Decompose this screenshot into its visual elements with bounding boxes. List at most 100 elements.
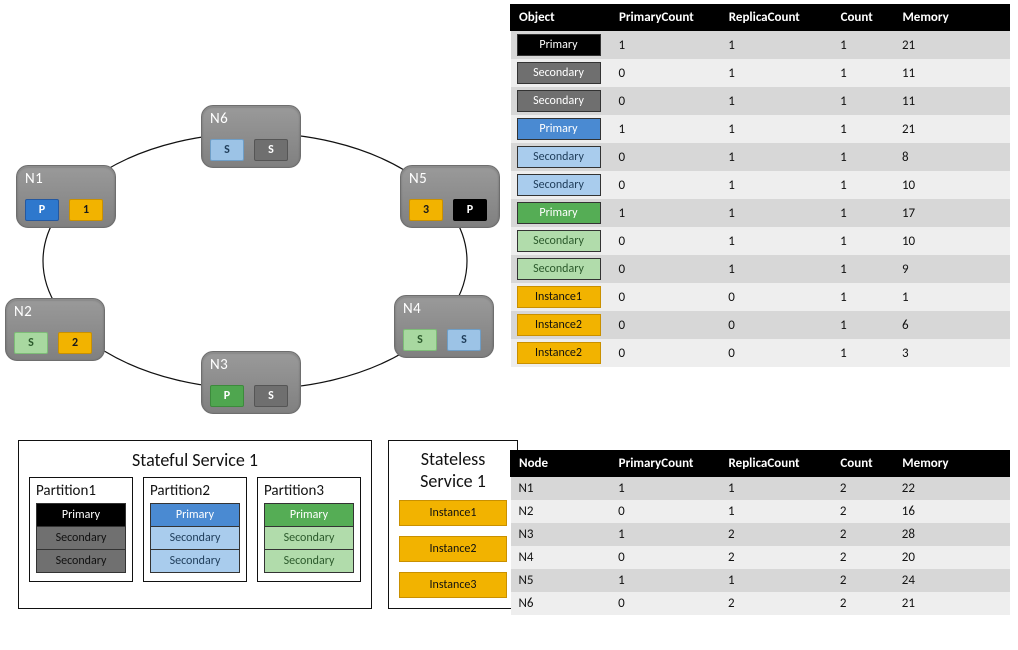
cell-memory: 21 (894, 592, 1010, 615)
cell-replicacount: 1 (720, 569, 832, 592)
object-tag: Secondary (517, 90, 601, 112)
cell-replicacount: 1 (720, 500, 832, 523)
cluster-node-n6: N6SS (201, 105, 301, 168)
partition-title: Partition2 (150, 482, 240, 500)
table-row: Primary11117 (511, 199, 1010, 227)
column-header: PrimaryCount (610, 451, 720, 477)
cell-replicacount: 1 (720, 477, 832, 501)
stateless-service: Stateless Service 1 Instance1Instance2In… (388, 440, 518, 609)
cell-replicacount: 0 (720, 311, 832, 339)
replica-chip: S (254, 139, 288, 161)
cell-memory: 8 (894, 143, 1010, 171)
replica-slab: Secondary (150, 549, 240, 573)
cluster-node-n5: N53P (400, 165, 500, 228)
column-header: Memory (894, 5, 1010, 31)
cell-replicacount: 2 (720, 592, 832, 615)
table-row: Instance20013 (511, 339, 1010, 367)
cell-replicacount: 1 (720, 87, 832, 115)
cell-count: 1 (832, 255, 894, 283)
replica-slab: Secondary (264, 549, 354, 573)
cell-primarycount: 1 (610, 199, 720, 227)
cell-replicacount: 0 (720, 283, 832, 311)
object-tag: Secondary (517, 146, 601, 168)
cluster-node-n4: N4SS (394, 295, 494, 358)
cluster-node-n2: N2S2 (5, 298, 105, 361)
table-row: Primary11121 (511, 31, 1010, 60)
object-tag: Secondary (517, 174, 601, 196)
cell-primarycount: 0 (610, 546, 720, 569)
column-header: Count (832, 5, 894, 31)
replica-chip: S (254, 385, 288, 407)
cell-count: 1 (832, 339, 894, 367)
object-tag: Secondary (517, 62, 601, 84)
cell-replicacount: 1 (720, 199, 832, 227)
cell-count: 2 (832, 500, 894, 523)
cell-replicacount: 0 (720, 339, 832, 367)
node-label: N2 (14, 303, 96, 321)
replica-chip: P (25, 199, 59, 221)
cell-primarycount: 0 (610, 592, 720, 615)
object-tag: Secondary (517, 230, 601, 252)
table-row: Instance10011 (511, 283, 1010, 311)
stateful-title: Stateful Service 1 (29, 447, 361, 477)
cell-count: 1 (832, 283, 894, 311)
cell-count: 1 (832, 31, 894, 60)
replica-slab: Primary (150, 503, 240, 527)
cell-node: N5 (511, 569, 611, 592)
cell-count: 1 (832, 199, 894, 227)
column-header: PrimaryCount (610, 5, 720, 31)
cell-memory: 10 (894, 227, 1010, 255)
cell-node: N4 (511, 546, 611, 569)
replica-slab: Secondary (36, 549, 126, 573)
cell-primarycount: 0 (610, 339, 720, 367)
cell-primarycount: 0 (610, 500, 720, 523)
column-header: Object (511, 5, 611, 31)
table-row: N402220 (511, 546, 1010, 569)
partition: Partition1PrimarySecondarySecondary (29, 477, 133, 582)
cell-memory: 10 (894, 171, 1010, 199)
partition: Partition3PrimarySecondarySecondary (257, 477, 361, 582)
cell-node: N3 (511, 523, 611, 546)
nodes-table: NodePrimaryCountReplicaCountCountMemory … (510, 450, 1010, 615)
object-tag: Primary (517, 118, 601, 140)
cell-replicacount: 2 (720, 523, 832, 546)
replica-slab: Secondary (264, 526, 354, 550)
table-row: Secondary01110 (511, 227, 1010, 255)
table-row: Secondary01110 (511, 171, 1010, 199)
object-tag: Primary (517, 34, 601, 56)
cell-primarycount: 0 (610, 171, 720, 199)
replica-slab: Secondary (36, 526, 126, 550)
cell-count: 2 (832, 523, 894, 546)
cell-replicacount: 1 (720, 171, 832, 199)
node-label: N5 (409, 170, 491, 188)
partition: Partition2PrimarySecondarySecondary (143, 477, 247, 582)
replica-slab: Primary (264, 503, 354, 527)
cell-count: 1 (832, 59, 894, 87)
cell-memory: 20 (894, 546, 1010, 569)
column-header: ReplicaCount (720, 451, 832, 477)
objects-table: ObjectPrimaryCountReplicaCountCountMemor… (510, 4, 1010, 367)
cell-count: 2 (832, 477, 894, 501)
cluster-node-n1: N1 P1 (16, 165, 116, 228)
cell-primarycount: 0 (610, 59, 720, 87)
instance-slab: Instance3 (399, 572, 507, 598)
object-tag: Instance2 (517, 342, 601, 364)
cell-primarycount: 0 (610, 311, 720, 339)
cell-count: 1 (832, 227, 894, 255)
cell-primarycount: 0 (610, 87, 720, 115)
table-row: N312228 (511, 523, 1010, 546)
table-row: Instance20016 (511, 311, 1010, 339)
replica-chip: 1 (69, 199, 103, 221)
stateless-title: Stateless Service 1 (399, 447, 507, 498)
instance-slab: Instance2 (399, 536, 507, 562)
cell-primarycount: 0 (610, 227, 720, 255)
node-label: N1 (25, 170, 107, 188)
table-row: Primary11121 (511, 115, 1010, 143)
cell-memory: 3 (894, 339, 1010, 367)
stateful-service: Stateful Service 1 Partition1PrimarySeco… (18, 440, 372, 609)
cell-count: 1 (832, 143, 894, 171)
services-legend: Stateful Service 1 Partition1PrimarySeco… (18, 440, 518, 609)
replica-slab: Secondary (150, 526, 240, 550)
cell-count: 1 (832, 115, 894, 143)
node-label: N4 (403, 300, 485, 318)
